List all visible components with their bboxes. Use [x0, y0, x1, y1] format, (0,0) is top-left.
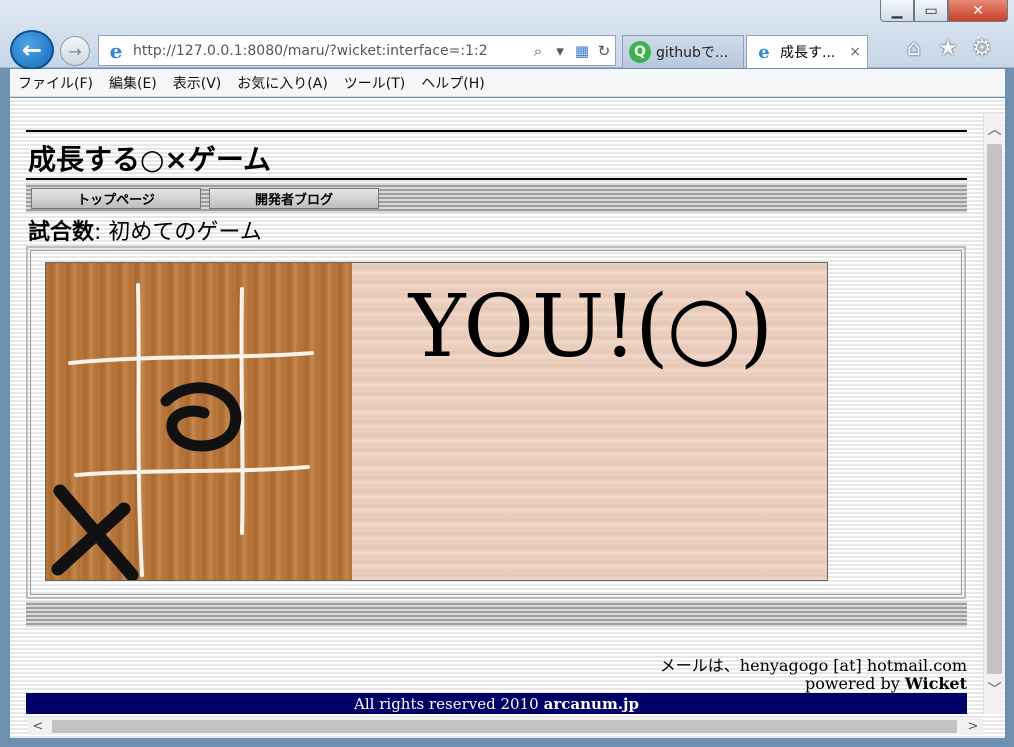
gear-icon[interactable]: ⚙	[970, 36, 994, 61]
menu-help[interactable]: ヘルプ(H)	[413, 73, 492, 93]
menu-file[interactable]: ファイル(F)	[10, 73, 101, 93]
games-separator: :	[94, 220, 109, 245]
cross-mark-icon	[51, 484, 139, 580]
ie-tab-favicon: e	[758, 41, 770, 63]
menu-view[interactable]: 表示(V)	[165, 73, 230, 93]
forward-arrow-icon: →	[68, 41, 82, 61]
tic-tac-toe-board-image	[45, 262, 353, 581]
nav-dev-blog-button[interactable]: 開発者ブログ	[209, 188, 379, 209]
browser-toolbar-icons: ⌂ ★ ⚙	[902, 36, 994, 61]
board-drawing	[51, 283, 314, 580]
footer-site: arcanum.jp	[543, 694, 639, 713]
powered-by: powered by Wicket	[600, 674, 967, 693]
compat-view-icon[interactable]: ▦	[571, 42, 593, 60]
footer: All rights reserved 2010 arcanum.jp	[26, 693, 967, 714]
back-arrow-icon: ←	[21, 36, 43, 64]
scroll-left-icon[interactable]: <	[28, 717, 48, 736]
bottom-bar	[26, 601, 967, 627]
circle-mark-icon	[160, 382, 242, 452]
search-icon[interactable]: ⌕	[527, 42, 549, 60]
tab-current[interactable]: e 成長す... ×	[746, 35, 868, 68]
refresh-icon[interactable]: ↻	[593, 42, 615, 60]
title-bottom-rule	[26, 178, 967, 180]
games-label: 試合数	[28, 220, 95, 245]
minimize-button[interactable]: ▁	[880, 0, 915, 22]
result-text: YOU!(○)	[408, 277, 773, 377]
ie-page-icon: e	[109, 38, 123, 63]
tab-close-icon[interactable]: ×	[849, 44, 861, 60]
vertical-scroll-thumb[interactable]	[987, 144, 1002, 674]
scroll-right-icon[interactable]: >	[963, 717, 983, 736]
address-bar[interactable]: e http://127.0.0.1:8080/maru/?wicket:int…	[98, 35, 616, 66]
dropdown-arrow-icon[interactable]: ▾	[549, 42, 571, 60]
games-value: 初めてのゲーム	[108, 220, 262, 245]
star-icon[interactable]: ★	[936, 36, 960, 61]
nav-top-page-button[interactable]: トップページ	[31, 188, 201, 209]
forward-button[interactable]: →	[60, 36, 90, 66]
powered-prefix: powered by	[804, 674, 900, 693]
tab-github[interactable]: Q githubで...	[622, 35, 744, 68]
vertical-scrollbar[interactable]: ︿ ﹀	[983, 114, 1004, 714]
menu-bar: ファイル(F) 編集(E) 表示(V) お気に入り(A) ツール(T) ヘルプ(…	[10, 69, 1005, 97]
window-controls: ▁ ▭ ✕	[880, 0, 1009, 26]
site-title: 成長する○×ゲーム	[28, 143, 272, 176]
horizontal-scrollbar[interactable]: < >	[28, 716, 983, 735]
menu-tools[interactable]: ツール(T)	[336, 73, 413, 93]
powered-name: Wicket	[904, 674, 967, 693]
tab-label: 成長す...	[780, 45, 836, 61]
tab-label: githubで...	[656, 45, 729, 61]
horizontal-scroll-thumb[interactable]	[52, 720, 957, 733]
scroll-down-icon[interactable]: ﹀	[984, 678, 1005, 700]
maximize-button[interactable]: ▭	[914, 0, 949, 22]
github-tab-favicon: Q	[629, 41, 651, 63]
mail-contact: メールは、henyagogo [at] hotmail.com	[659, 656, 967, 675]
nav-bar: トップページ 開発者ブログ	[26, 183, 967, 213]
menu-edit[interactable]: 編集(E)	[101, 73, 165, 93]
scroll-up-icon[interactable]: ︿	[984, 118, 1005, 140]
home-icon[interactable]: ⌂	[902, 36, 926, 61]
menu-favorites[interactable]: お気に入り(A)	[229, 73, 336, 93]
games-count: 試合数: 初めてのゲーム	[28, 214, 262, 246]
address-url[interactable]: http://127.0.0.1:8080/maru/?wicket:inter…	[133, 43, 527, 59]
footer-prefix: All rights reserved 2010	[354, 694, 539, 713]
title-top-rule	[26, 130, 967, 132]
back-button[interactable]: ←	[10, 30, 54, 70]
result-area: YOU!(○)	[352, 262, 828, 581]
close-window-button[interactable]: ✕	[948, 0, 1009, 22]
